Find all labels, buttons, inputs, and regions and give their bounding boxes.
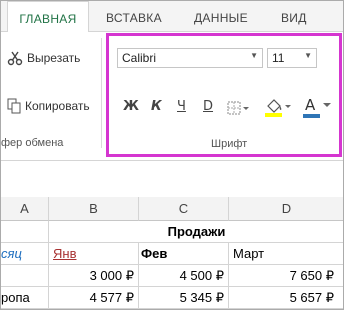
tab-insert[interactable]: ВСТАВКА bbox=[106, 1, 162, 31]
cell-a1[interactable] bbox=[1, 221, 49, 243]
spreadsheet-grid: A B C D Продажи сяц Янв Фев Март 3 000 ₽… bbox=[1, 197, 343, 309]
header-mar-cell[interactable]: Март bbox=[229, 243, 343, 265]
copy-icon bbox=[7, 98, 21, 114]
font-group-highlight bbox=[106, 33, 342, 157]
tab-home[interactable]: ГЛАВНАЯ bbox=[7, 1, 89, 33]
table-cell[interactable]: 3 000 ₽ bbox=[49, 265, 139, 287]
cut-button[interactable]: Вырезать bbox=[7, 50, 80, 66]
excel-window: ГЛАВНАЯ ВСТАВКА ДАННЫЕ ВИД Вырезать Копи… bbox=[0, 0, 344, 310]
table-cell[interactable]: 7 650 ₽ bbox=[229, 265, 343, 287]
table-cell[interactable]: 4 500 ₽ bbox=[139, 265, 229, 287]
table-row-label[interactable]: ропа bbox=[1, 287, 49, 309]
column-header-b[interactable]: B bbox=[49, 197, 139, 221]
copy-label: Копировать bbox=[25, 99, 90, 113]
clipboard-group-label: фер обмена bbox=[1, 137, 64, 149]
scissors-icon bbox=[7, 51, 23, 66]
header-feb-cell[interactable]: Фев bbox=[139, 243, 229, 265]
table-cell[interactable]: 5 657 ₽ bbox=[229, 287, 343, 309]
tab-view[interactable]: ВИД bbox=[281, 1, 307, 31]
table-cell[interactable]: 4 577 ₽ bbox=[49, 287, 139, 309]
table-cell[interactable]: 5 345 ₽ bbox=[139, 287, 229, 309]
table-row-label[interactable] bbox=[1, 265, 49, 287]
header-month-cell[interactable]: сяц bbox=[1, 243, 49, 265]
column-header-a[interactable]: A bbox=[1, 197, 49, 221]
ribbon-tabs: ГЛАВНАЯ ВСТАВКА ДАННЫЕ ВИД bbox=[1, 1, 343, 33]
cut-label: Вырезать bbox=[27, 51, 81, 65]
title-cell[interactable]: Продажи bbox=[49, 221, 343, 243]
column-header-d[interactable]: D bbox=[229, 197, 343, 221]
column-header-c[interactable]: C bbox=[139, 197, 229, 221]
copy-button[interactable]: Копировать bbox=[7, 98, 90, 114]
tab-data[interactable]: ДАННЫЕ bbox=[194, 1, 248, 31]
ribbon-divider bbox=[101, 38, 102, 148]
header-jan-cell[interactable]: Янв bbox=[49, 243, 139, 265]
